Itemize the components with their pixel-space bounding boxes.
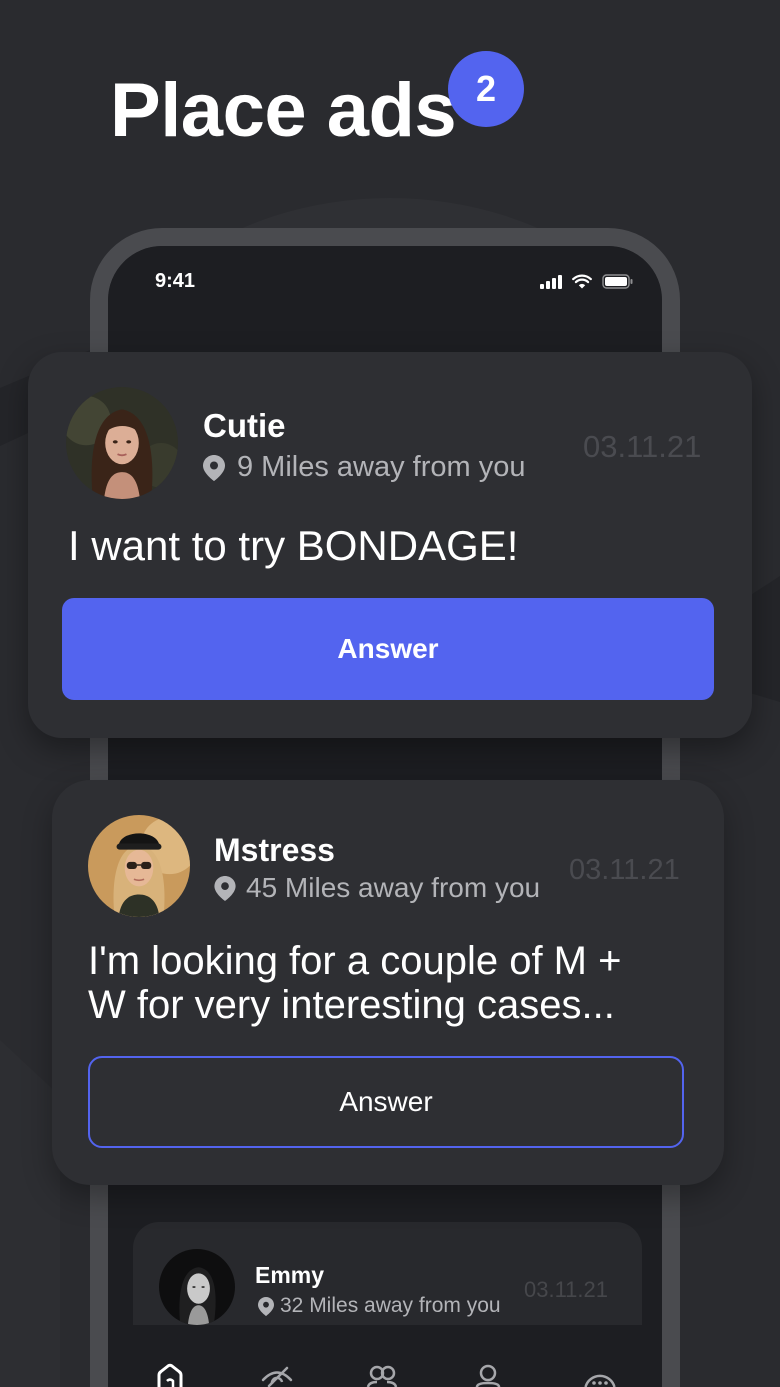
ad-date: 03.11.21	[569, 854, 680, 886]
nav-item-people[interactable]	[365, 1362, 399, 1387]
ad-distance: 32 Miles away from you	[280, 1294, 501, 1317]
answer-button[interactable]: Answer	[88, 1056, 684, 1148]
eye-off-icon	[260, 1362, 294, 1387]
ad-card-mstress: Mstress 45 Miles away from you 03.11.21 …	[52, 780, 724, 1185]
ad-distance: 9 Miles away from you	[237, 451, 526, 483]
profile-icon	[471, 1362, 505, 1387]
promo-screen: Place ads 2 9:41 Emmy 32 Miles away from…	[0, 0, 780, 1387]
ad-author-name: Mstress	[214, 832, 335, 868]
status-time: 9:41	[155, 270, 196, 292]
location-pin-icon	[214, 876, 236, 901]
avatar[interactable]	[88, 815, 190, 917]
nav-item-chat[interactable]	[583, 1362, 617, 1387]
signal-icon	[540, 274, 562, 289]
battery-icon	[602, 273, 634, 289]
status-icons	[540, 273, 634, 289]
home-icon	[153, 1362, 187, 1387]
ad-date: 03.11.21	[524, 1277, 609, 1302]
wifi-icon	[572, 274, 592, 289]
ad-message: I want to try BONDAGE!	[68, 522, 519, 569]
answer-button[interactable]: Answer	[62, 598, 714, 700]
ad-author-name: Cutie	[203, 407, 286, 444]
ad-card-cutie: Cutie 9 Miles away from you 03.11.21 I w…	[28, 352, 752, 738]
page-title: Place ads	[110, 68, 457, 153]
bottom-nav	[108, 1325, 662, 1387]
ad-message: I'm looking for a couple of M + W for ve…	[88, 939, 622, 1027]
ad-distance: 45 Miles away from you	[246, 872, 541, 903]
ad-date: 03.11.21	[583, 429, 702, 464]
ad-card-emmy[interactable]: Emmy 32 Miles away from you 03.11.21	[133, 1222, 642, 1325]
nav-item-home[interactable]	[153, 1362, 187, 1387]
answer-button-label: Answer	[339, 1086, 433, 1117]
step-badge: 2	[448, 51, 524, 127]
ad-author-name: Emmy	[255, 1262, 325, 1288]
nav-item-hidden[interactable]	[260, 1362, 294, 1387]
avatar[interactable]	[66, 387, 178, 499]
location-pin-icon	[258, 1297, 274, 1316]
answer-button-label: Answer	[337, 633, 439, 664]
users-icon	[365, 1362, 399, 1387]
chat-icon	[583, 1362, 617, 1387]
nav-item-profile[interactable]	[471, 1362, 505, 1387]
location-pin-icon	[203, 455, 225, 481]
avatar[interactable]	[159, 1249, 235, 1325]
